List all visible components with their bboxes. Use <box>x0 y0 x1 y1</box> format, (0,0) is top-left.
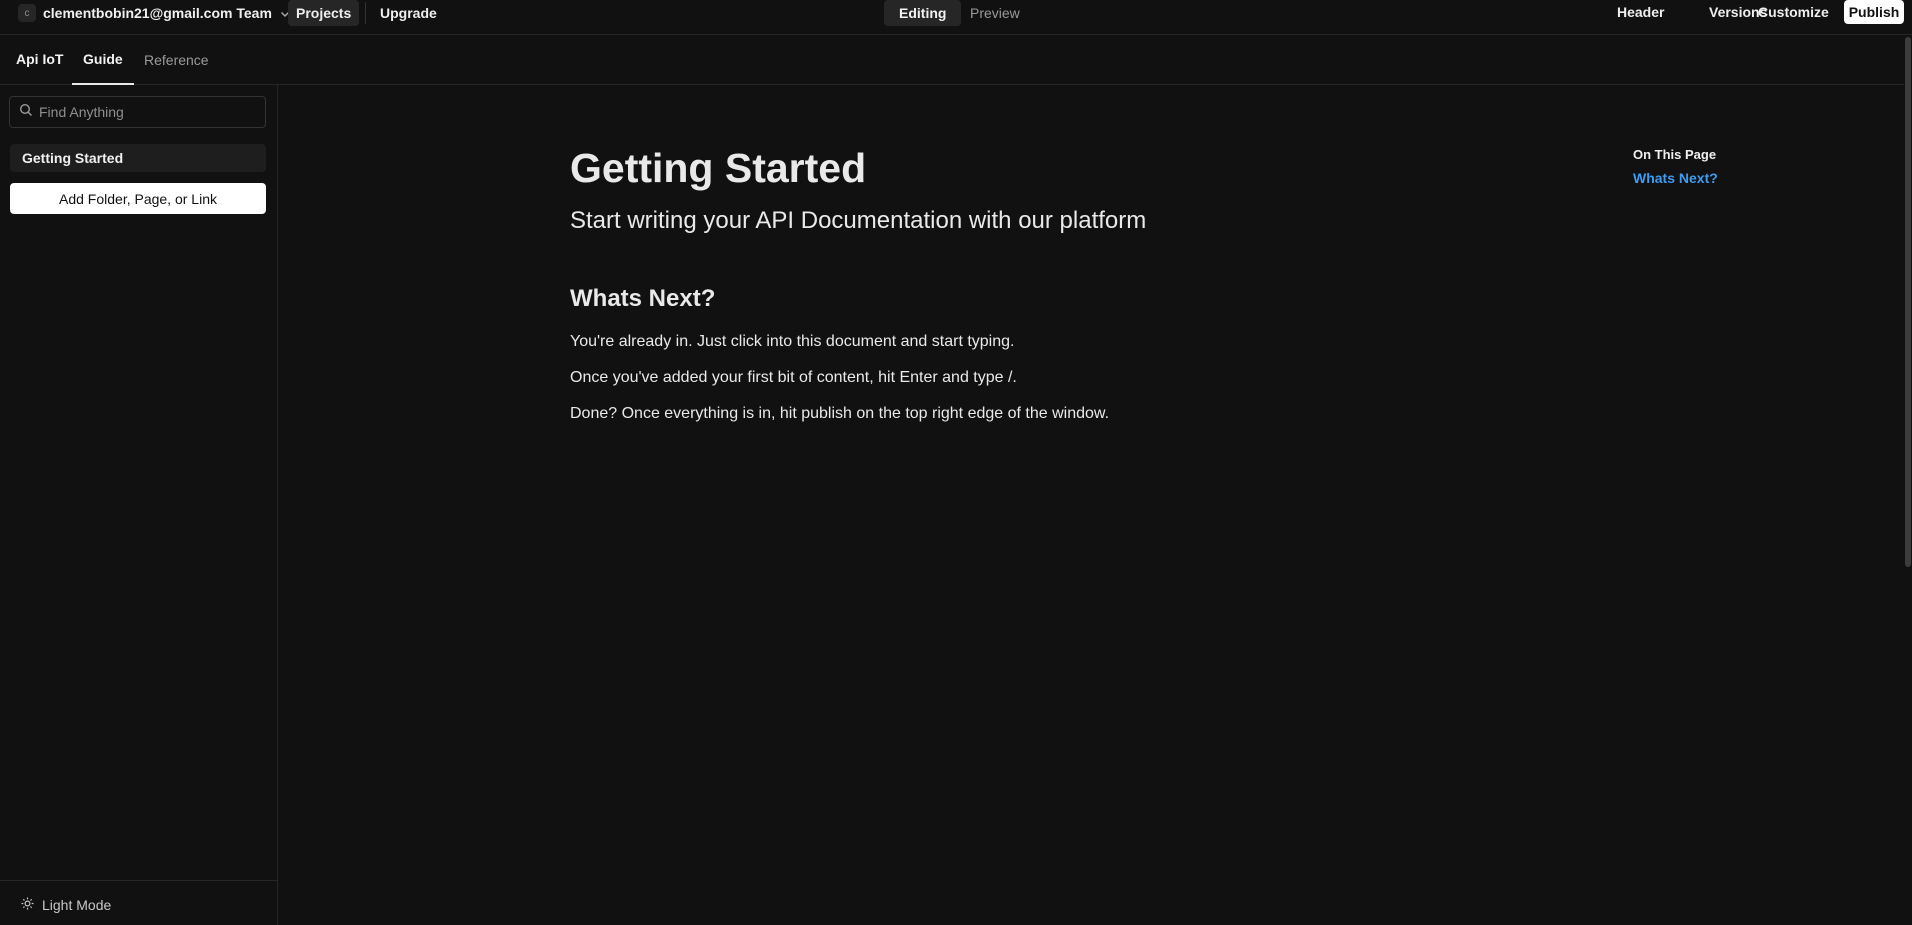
search-box[interactable] <box>9 96 266 128</box>
page-title[interactable]: Getting Started <box>570 145 866 192</box>
paragraph[interactable]: Once you've added your first bit of cont… <box>570 369 1017 387</box>
team-label: clementbobin21@gmail.com Team <box>43 5 272 21</box>
preview-toggle[interactable]: Preview <box>955 0 1035 26</box>
section-heading[interactable]: Whats Next? <box>570 285 715 313</box>
light-mode-label: Light Mode <box>42 897 112 913</box>
header-button[interactable]: Header <box>1617 0 1664 24</box>
search-icon <box>19 103 33 122</box>
scrollbar[interactable] <box>1904 35 1912 925</box>
tab-reference[interactable]: Reference <box>133 35 220 85</box>
publish-button[interactable]: Publish <box>1844 0 1904 24</box>
add-folder-page-link-button[interactable]: Add Folder, Page, or Link <box>10 183 266 214</box>
project-name: Api IoT <box>16 51 64 67</box>
team-avatar: c <box>18 4 36 22</box>
paragraph[interactable]: Done? Once everything is in, hit publish… <box>570 405 1109 423</box>
sidebar-footer: Light Mode <box>0 880 277 925</box>
light-mode-toggle[interactable]: Light Mode <box>21 897 111 913</box>
sidebar: Getting Started Add Folder, Page, or Lin… <box>0 85 278 925</box>
divider <box>365 2 366 24</box>
sun-icon <box>21 897 34 913</box>
scrollbar-thumb[interactable] <box>1905 37 1911 567</box>
page-subtitle[interactable]: Start writing your API Documentation wit… <box>570 207 1146 235</box>
toc-title: On This Page <box>1633 147 1717 162</box>
paragraph[interactable]: You're already in. Just click into this … <box>570 333 1014 351</box>
project-nav-bar: Api IoT Guide Reference <box>0 35 1904 85</box>
sidebar-item-getting-started[interactable]: Getting Started <box>10 144 266 172</box>
search-input[interactable] <box>39 104 259 120</box>
upgrade-button[interactable]: Upgrade <box>372 0 445 26</box>
editing-toggle[interactable]: Editing <box>884 0 962 26</box>
tab-guide[interactable]: Guide <box>72 35 134 85</box>
customize-button[interactable]: Customize <box>1758 0 1829 24</box>
projects-button[interactable]: Projects <box>288 0 360 26</box>
team-switcher[interactable]: c clementbobin21@gmail.com Team <box>18 2 291 24</box>
toc-link-whats-next[interactable]: Whats Next? <box>1633 170 1718 186</box>
top-bar: c clementbobin21@gmail.com Team Projects… <box>0 0 1912 35</box>
on-this-page: On This Page Whats Next? <box>1633 147 1718 186</box>
